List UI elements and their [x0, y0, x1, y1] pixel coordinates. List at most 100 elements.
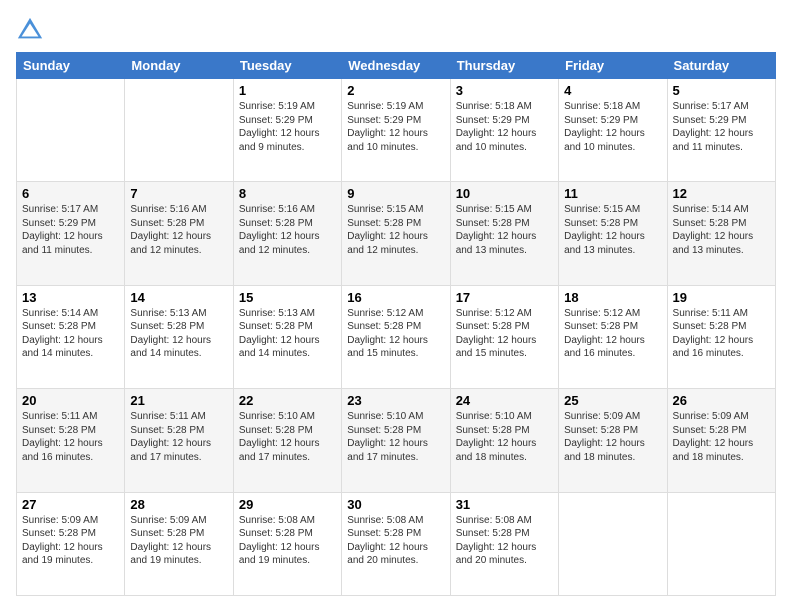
- day-number: 11: [564, 186, 661, 201]
- cell-info: Sunrise: 5:14 AMSunset: 5:28 PMDaylight:…: [673, 203, 770, 257]
- cell-info: Sunrise: 5:19 AMSunset: 5:29 PMDaylight:…: [347, 100, 444, 154]
- cell-info: Sunrise: 5:13 AMSunset: 5:28 PMDaylight:…: [130, 307, 227, 361]
- day-number: 8: [239, 186, 336, 201]
- logo-icon: [16, 16, 44, 44]
- calendar-cell: 12 Sunrise: 5:14 AMSunset: 5:28 PMDayligh…: [667, 182, 775, 285]
- day-number: 31: [456, 497, 553, 512]
- calendar-week-0: 1 Sunrise: 5:19 AMSunset: 5:29 PMDaylight…: [17, 79, 776, 182]
- calendar-header-row: SundayMondayTuesdayWednesdayThursdayFrid…: [17, 53, 776, 79]
- calendar-table: SundayMondayTuesdayWednesdayThursdayFrid…: [16, 52, 776, 596]
- day-number: 4: [564, 83, 661, 98]
- calendar-week-1: 6Sunrise: 5:17 AMSunset: 5:29 PMDaylight…: [17, 182, 776, 285]
- cell-info: Sunrise: 5:10 AMSunset: 5:28 PMDaylight:…: [456, 410, 553, 464]
- cell-info: Sunrise: 5:18 AMSunset: 5:29 PMDaylight:…: [456, 100, 553, 154]
- calendar-week-3: 20 Sunrise: 5:11 AMSunset: 5:28 PMDayligh…: [17, 389, 776, 492]
- calendar-cell: 25 Sunrise: 5:09 AMSunset: 5:28 PMDayligh…: [559, 389, 667, 492]
- cell-info: Sunrise: 5:09 AMSunset: 5:28 PMDaylight:…: [564, 410, 661, 464]
- cell-info: Sunrise: 5:15 AMSunset: 5:28 PMDaylight:…: [564, 203, 661, 257]
- day-number: 2: [347, 83, 444, 98]
- cell-info: Sunrise: 5:11 AMSunset: 5:28 PMDaylight:…: [22, 410, 119, 464]
- calendar-cell: 27Sunrise: 5:09 AMSunset: 5:28 PMDayligh…: [17, 492, 125, 595]
- column-header-tuesday: Tuesday: [233, 53, 341, 79]
- calendar-cell: 2 Sunrise: 5:19 AMSunset: 5:29 PMDaylight…: [342, 79, 450, 182]
- day-number: 29: [239, 497, 336, 512]
- calendar-cell: 29 Sunrise: 5:08 AMSunset: 5:28 PMDayligh…: [233, 492, 341, 595]
- column-header-friday: Friday: [559, 53, 667, 79]
- calendar-cell: 11 Sunrise: 5:15 AMSunset: 5:28 PMDayligh…: [559, 182, 667, 285]
- day-number: 5: [673, 83, 770, 98]
- calendar-cell: 8 Sunrise: 5:16 AMSunset: 5:28 PMDaylight…: [233, 182, 341, 285]
- cell-info: Sunrise: 5:09 AMSunset: 5:28 PMDaylight:…: [673, 410, 770, 464]
- day-number: 12: [673, 186, 770, 201]
- cell-info: Sunrise: 5:16 AMSunset: 5:28 PMDaylight:…: [239, 203, 336, 257]
- calendar-body: 1 Sunrise: 5:19 AMSunset: 5:29 PMDaylight…: [17, 79, 776, 596]
- calendar-cell: 24 Sunrise: 5:10 AMSunset: 5:28 PMDayligh…: [450, 389, 558, 492]
- calendar-cell: 22Sunrise: 5:10 AMSunset: 5:28 PMDayligh…: [233, 389, 341, 492]
- calendar-cell: 1 Sunrise: 5:19 AMSunset: 5:29 PMDaylight…: [233, 79, 341, 182]
- calendar-cell: 7 Sunrise: 5:16 AMSunset: 5:28 PMDaylight…: [125, 182, 233, 285]
- calendar-week-2: 13Sunrise: 5:14 AMSunset: 5:28 PMDayligh…: [17, 285, 776, 388]
- day-number: 15: [239, 290, 336, 305]
- calendar-cell: 15Sunrise: 5:13 AMSunset: 5:28 PMDayligh…: [233, 285, 341, 388]
- day-number: 30: [347, 497, 444, 512]
- column-header-sunday: Sunday: [17, 53, 125, 79]
- day-number: 19: [673, 290, 770, 305]
- cell-info: Sunrise: 5:12 AMSunset: 5:28 PMDaylight:…: [347, 307, 444, 361]
- day-number: 26: [673, 393, 770, 408]
- calendar-cell: 21Sunrise: 5:11 AMSunset: 5:28 PMDayligh…: [125, 389, 233, 492]
- cell-info: Sunrise: 5:17 AMSunset: 5:29 PMDaylight:…: [22, 203, 119, 257]
- calendar-cell: [125, 79, 233, 182]
- day-number: 16: [347, 290, 444, 305]
- calendar-cell: 28 Sunrise: 5:09 AMSunset: 5:28 PMDayligh…: [125, 492, 233, 595]
- cell-info: Sunrise: 5:11 AMSunset: 5:28 PMDaylight:…: [673, 307, 770, 361]
- cell-info: Sunrise: 5:10 AMSunset: 5:28 PMDaylight:…: [239, 410, 336, 464]
- day-number: 28: [130, 497, 227, 512]
- calendar-cell: 30 Sunrise: 5:08 AMSunset: 5:28 PMDayligh…: [342, 492, 450, 595]
- cell-info: Sunrise: 5:09 AMSunset: 5:28 PMDaylight:…: [22, 514, 119, 568]
- cell-info: Sunrise: 5:19 AMSunset: 5:29 PMDaylight:…: [239, 100, 336, 154]
- column-header-thursday: Thursday: [450, 53, 558, 79]
- day-number: 1: [239, 83, 336, 98]
- day-number: 14: [130, 290, 227, 305]
- calendar-cell: 4 Sunrise: 5:18 AMSunset: 5:29 PMDaylight…: [559, 79, 667, 182]
- day-number: 10: [456, 186, 553, 201]
- cell-info: Sunrise: 5:08 AMSunset: 5:28 PMDaylight:…: [239, 514, 336, 568]
- day-number: 3: [456, 83, 553, 98]
- day-number: 25: [564, 393, 661, 408]
- calendar-cell: 10 Sunrise: 5:15 AMSunset: 5:28 PMDayligh…: [450, 182, 558, 285]
- calendar-cell: 19 Sunrise: 5:11 AMSunset: 5:28 PMDayligh…: [667, 285, 775, 388]
- day-number: 20: [22, 393, 119, 408]
- calendar-week-4: 27Sunrise: 5:09 AMSunset: 5:28 PMDayligh…: [17, 492, 776, 595]
- day-number: 7: [130, 186, 227, 201]
- cell-info: Sunrise: 5:15 AMSunset: 5:28 PMDaylight:…: [456, 203, 553, 257]
- calendar-cell: 18 Sunrise: 5:12 AMSunset: 5:28 PMDayligh…: [559, 285, 667, 388]
- calendar-cell: [667, 492, 775, 595]
- calendar-cell: 6Sunrise: 5:17 AMSunset: 5:29 PMDaylight…: [17, 182, 125, 285]
- cell-info: Sunrise: 5:10 AMSunset: 5:28 PMDaylight:…: [347, 410, 444, 464]
- day-number: 9: [347, 186, 444, 201]
- cell-info: Sunrise: 5:12 AMSunset: 5:28 PMDaylight:…: [456, 307, 553, 361]
- day-number: 18: [564, 290, 661, 305]
- cell-info: Sunrise: 5:18 AMSunset: 5:29 PMDaylight:…: [564, 100, 661, 154]
- day-number: 24: [456, 393, 553, 408]
- day-number: 13: [22, 290, 119, 305]
- cell-info: Sunrise: 5:08 AMSunset: 5:28 PMDaylight:…: [347, 514, 444, 568]
- cell-info: Sunrise: 5:12 AMSunset: 5:28 PMDaylight:…: [564, 307, 661, 361]
- calendar-cell: 13Sunrise: 5:14 AMSunset: 5:28 PMDayligh…: [17, 285, 125, 388]
- calendar-cell: [559, 492, 667, 595]
- calendar-page: SundayMondayTuesdayWednesdayThursdayFrid…: [0, 0, 792, 612]
- cell-info: Sunrise: 5:09 AMSunset: 5:28 PMDaylight:…: [130, 514, 227, 568]
- logo: [16, 16, 48, 44]
- column-header-saturday: Saturday: [667, 53, 775, 79]
- calendar-cell: 17Sunrise: 5:12 AMSunset: 5:28 PMDayligh…: [450, 285, 558, 388]
- cell-info: Sunrise: 5:15 AMSunset: 5:28 PMDaylight:…: [347, 203, 444, 257]
- column-header-monday: Monday: [125, 53, 233, 79]
- calendar-cell: 14 Sunrise: 5:13 AMSunset: 5:28 PMDayligh…: [125, 285, 233, 388]
- day-number: 21: [130, 393, 227, 408]
- calendar-cell: 20 Sunrise: 5:11 AMSunset: 5:28 PMDayligh…: [17, 389, 125, 492]
- cell-info: Sunrise: 5:08 AMSunset: 5:28 PMDaylight:…: [456, 514, 553, 568]
- calendar-cell: 9 Sunrise: 5:15 AMSunset: 5:28 PMDaylight…: [342, 182, 450, 285]
- calendar-cell: 31 Sunrise: 5:08 AMSunset: 5:28 PMDayligh…: [450, 492, 558, 595]
- day-number: 23: [347, 393, 444, 408]
- cell-info: Sunrise: 5:16 AMSunset: 5:28 PMDaylight:…: [130, 203, 227, 257]
